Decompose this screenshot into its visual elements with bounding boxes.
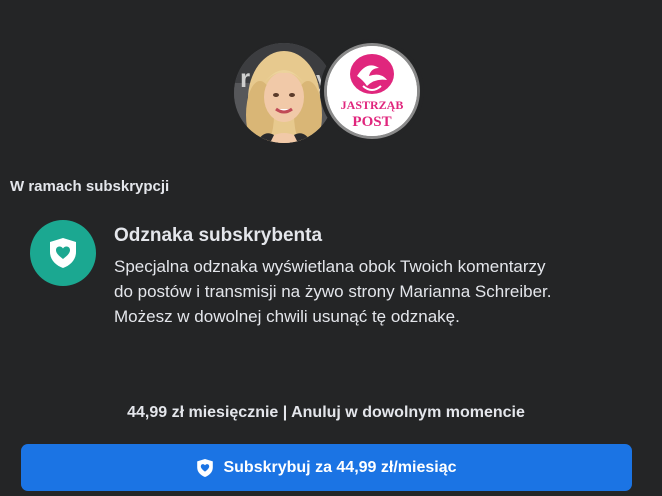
feature-description-line: Specjalna odznaka wyświetlana obok Twoic… — [114, 257, 546, 276]
feature-description-line: Możesz w dowolnej chwili usunąć tę odzna… — [114, 307, 460, 326]
section-title: W ramach subskrypcji — [10, 178, 170, 195]
badge-icon-circle — [30, 220, 96, 286]
creator-avatars: r y JASTRZĄB POST — [232, 39, 426, 147]
price-note: 44,99 zł miesięcznie | Anuluj w dowolnym… — [127, 404, 525, 421]
jastrzab-post-logo: JASTRZĄB POST — [320, 39, 424, 143]
feature-description: Specjalna odznaka wyświetlana obok Twoic… — [114, 254, 644, 329]
feature-description-line: do postów i transmisji na żywo strony Ma… — [114, 282, 552, 301]
subscribe-button-label: Subskrybuj za 44,99 zł/miesiąc — [223, 458, 457, 476]
person-avatar-image: r y — [234, 43, 334, 143]
jastrzab-post-logo-image: JASTRZĄB POST — [327, 46, 417, 136]
feature-title: Odznaka subskrybenta — [114, 225, 323, 246]
shield-heart-icon — [196, 458, 214, 478]
logo-line2: POST — [352, 114, 391, 130]
shield-heart-icon — [50, 238, 76, 268]
svg-text:r: r — [240, 63, 250, 93]
logo-line1: JASTRZĄB — [341, 98, 404, 112]
subscribe-button[interactable]: Subskrybuj za 44,99 zł/miesiąc — [21, 444, 632, 491]
